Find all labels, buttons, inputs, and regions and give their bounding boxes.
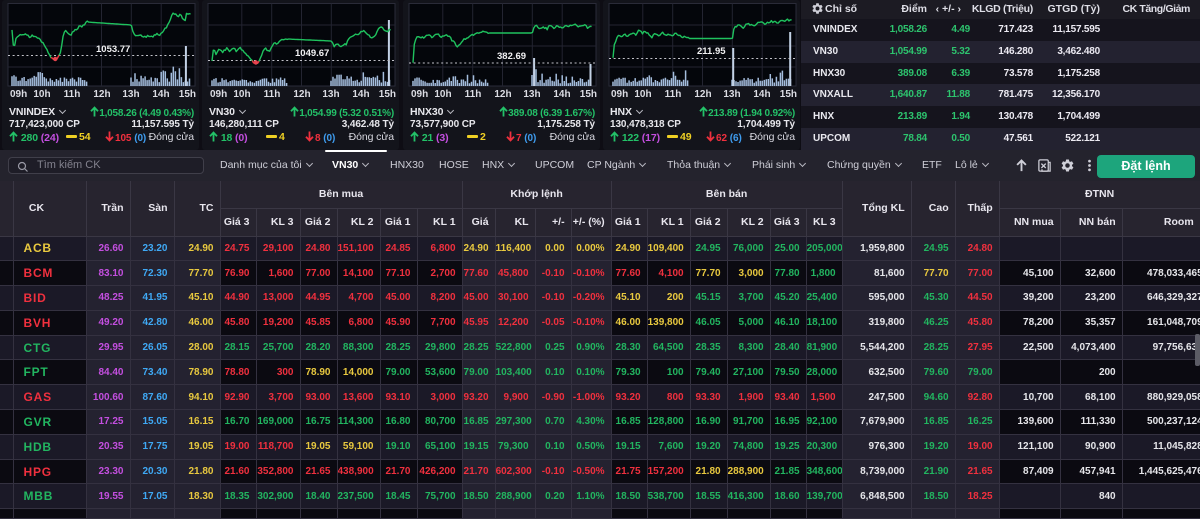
svg-text:12h: 12h <box>494 89 511 99</box>
svg-text:09h: 09h <box>210 89 227 99</box>
svg-text:15h: 15h <box>379 89 396 99</box>
svg-text:12h: 12h <box>293 89 310 99</box>
svg-text:10h: 10h <box>634 89 651 99</box>
svg-text:1049.67: 1049.67 <box>295 48 329 59</box>
svg-text:09h: 09h <box>10 89 27 99</box>
svg-text:14h: 14h <box>753 89 770 99</box>
svg-text:10h: 10h <box>233 89 250 99</box>
svg-text:14h: 14h <box>352 89 369 99</box>
svg-text:12h: 12h <box>93 89 110 99</box>
svg-text:211.95: 211.95 <box>697 46 726 57</box>
svg-text:12h: 12h <box>694 89 711 99</box>
svg-text:11h: 11h <box>665 89 682 99</box>
svg-text:11h: 11h <box>264 89 281 99</box>
svg-text:10h: 10h <box>33 89 50 99</box>
svg-text:13h: 13h <box>122 89 139 99</box>
svg-text:10h: 10h <box>434 89 451 99</box>
svg-text:13h: 13h <box>322 89 339 99</box>
svg-text:13h: 13h <box>523 89 540 99</box>
svg-text:13h: 13h <box>723 89 740 99</box>
svg-text:11h: 11h <box>465 89 482 99</box>
svg-text:09h: 09h <box>411 89 428 99</box>
svg-text:09h: 09h <box>611 89 628 99</box>
svg-text:1053.77: 1053.77 <box>96 44 130 55</box>
svg-text:14h: 14h <box>152 89 169 99</box>
svg-text:15h: 15h <box>780 89 797 99</box>
svg-text:15h: 15h <box>580 89 597 99</box>
svg-text:11h: 11h <box>64 89 81 99</box>
svg-text:382.69: 382.69 <box>497 51 526 62</box>
svg-text:14h: 14h <box>553 89 570 99</box>
svg-text:15h: 15h <box>179 89 196 99</box>
